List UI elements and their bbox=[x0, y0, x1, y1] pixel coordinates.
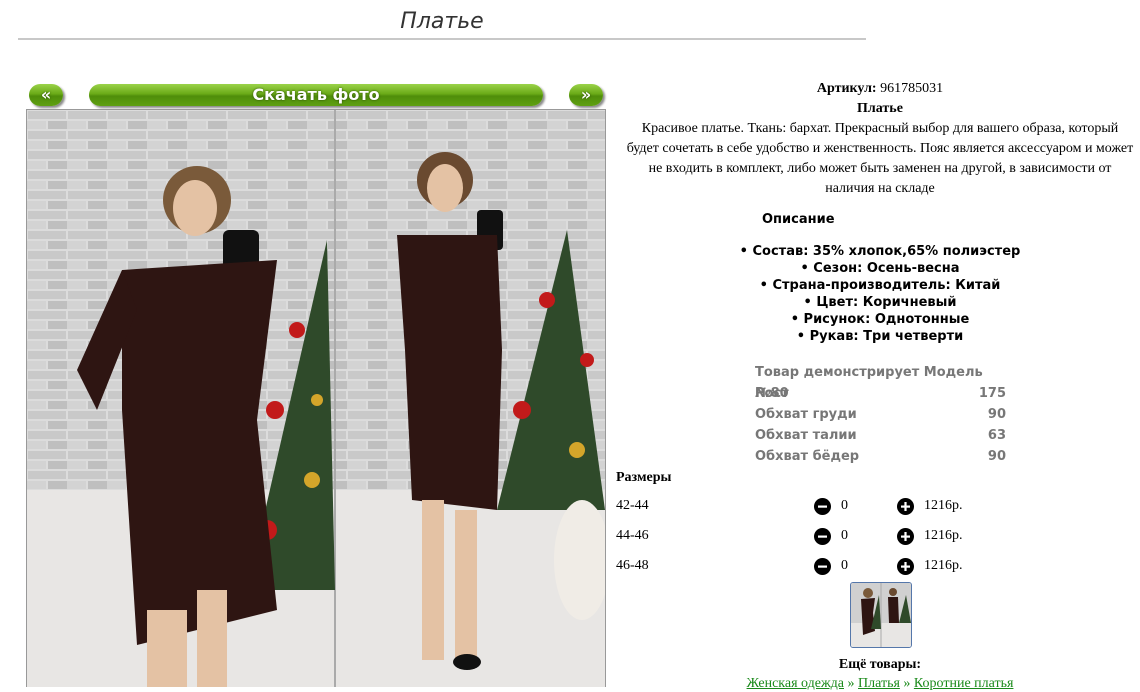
article-line: Артикул: 961785031 bbox=[626, 79, 1134, 99]
model-heading: Товар демонстрирует Модель №80 bbox=[755, 365, 983, 401]
property-item: • Состав: 35% хлопок,65% полиэстер bbox=[739, 244, 1021, 259]
model-measurements: Товар демонстрирует Модель №80 Рост 175 О… bbox=[755, 362, 1006, 467]
size-row: 44-46 0 1216р. bbox=[616, 525, 1036, 547]
model-row: Обхват бёдер 90 bbox=[755, 449, 1006, 464]
property-item: • Рукав: Три четверти bbox=[796, 329, 964, 344]
property-item: • Рисунок: Однотонные bbox=[790, 312, 970, 327]
breadcrumb: Женская одежда » Платья » Коротние плать… bbox=[746, 676, 1014, 691]
size-label: 44-46 bbox=[616, 528, 649, 543]
sizes-heading: Размеры bbox=[616, 470, 672, 485]
plus-icon[interactable] bbox=[897, 498, 914, 515]
description-heading: Описание bbox=[762, 212, 835, 227]
more-goods-heading: Ещё товары: bbox=[838, 657, 922, 672]
property-item: • Страна-производитель: Китай bbox=[759, 278, 1001, 293]
next-photo-button[interactable]: » bbox=[569, 84, 603, 106]
product-name: Платье bbox=[857, 101, 903, 116]
breadcrumb-link[interactable]: Платья bbox=[858, 676, 900, 691]
article-label: Артикул: bbox=[816, 81, 877, 96]
product-description: Красивое платье. Ткань: бархат. Прекрасн… bbox=[626, 121, 1134, 196]
property-item: • Цвет: Коричневый bbox=[803, 295, 957, 310]
download-photo-button[interactable]: Скачать фото bbox=[89, 84, 543, 106]
photo-thumbnail[interactable] bbox=[850, 582, 912, 648]
minus-icon[interactable] bbox=[814, 528, 831, 545]
product-photo[interactable] bbox=[26, 109, 606, 687]
size-label: 42-44 bbox=[616, 498, 649, 513]
model-row: Обхват груди 90 bbox=[755, 407, 1006, 422]
minus-icon[interactable] bbox=[814, 498, 831, 515]
plus-icon[interactable] bbox=[897, 528, 914, 545]
size-label: 46-48 bbox=[616, 558, 649, 573]
size-price: 1216р. bbox=[924, 558, 963, 573]
size-quantity: 0 bbox=[841, 528, 848, 543]
size-price: 1216р. bbox=[924, 528, 963, 543]
size-quantity: 0 bbox=[841, 498, 848, 513]
size-row: 42-44 0 1216р. bbox=[616, 495, 1036, 517]
property-item: • Сезон: Осень-весна bbox=[800, 261, 960, 276]
page-title: Платье bbox=[18, 6, 866, 40]
size-row: 46-48 0 1216р. bbox=[616, 555, 1036, 577]
model-row: Рост 175 bbox=[755, 386, 1006, 401]
size-price: 1216р. bbox=[924, 498, 963, 513]
minus-icon[interactable] bbox=[814, 558, 831, 575]
size-quantity: 0 bbox=[841, 558, 848, 573]
breadcrumb-link[interactable]: Коротние платья bbox=[914, 676, 1014, 691]
breadcrumb-link[interactable]: Женская одежда bbox=[747, 676, 844, 691]
model-row: Обхват талии 63 bbox=[755, 428, 1006, 443]
plus-icon[interactable] bbox=[897, 558, 914, 575]
properties-list: • Состав: 35% хлопок,65% полиэстер • Сез… bbox=[626, 243, 1134, 345]
article-number: 961785031 bbox=[880, 81, 944, 96]
prev-photo-button[interactable]: « bbox=[29, 84, 63, 106]
